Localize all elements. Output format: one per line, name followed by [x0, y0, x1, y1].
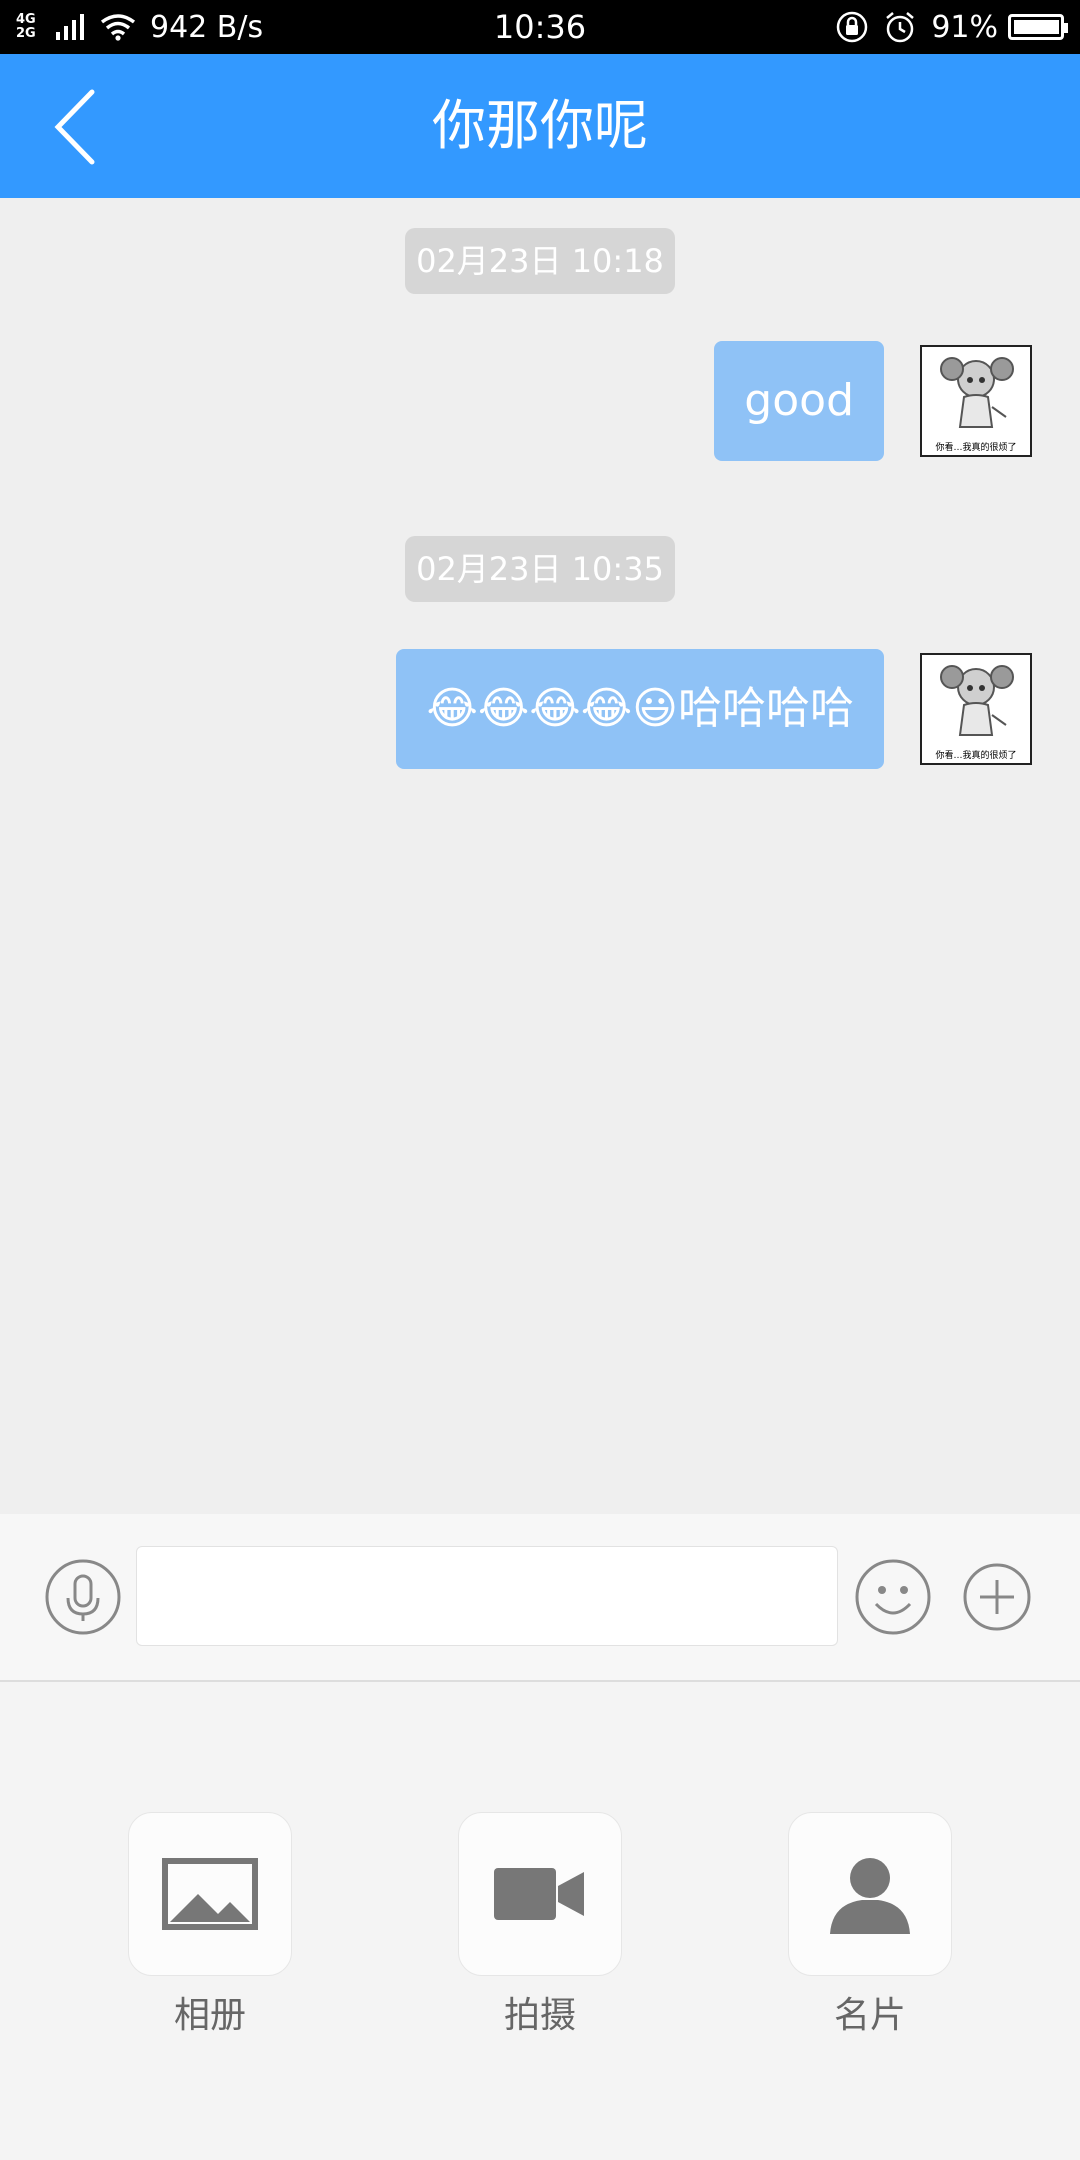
- message-timestamp: 02月23日 10:35: [405, 536, 675, 602]
- message-input[interactable]: [136, 1546, 838, 1646]
- contact-card-button[interactable]: [788, 1812, 952, 1976]
- title-bar: 你那你呢: [0, 54, 1080, 198]
- chat-message-list[interactable]: 02月23日 10:18 good 你看…我真的很烦了 02月23日 10:35…: [0, 198, 1080, 1514]
- avatar-image: [922, 347, 1030, 437]
- image-icon: [162, 1858, 258, 1930]
- album-label: 相册: [173, 1995, 246, 2036]
- rotation-lock-icon: [837, 11, 868, 43]
- message-bubble[interactable]: 😂😂😂😂😃哈哈哈哈: [396, 649, 884, 769]
- contact-card-label: 名片: [833, 1995, 906, 2036]
- attachment-panel: 相册 拍摄 名片: [0, 1682, 1080, 2160]
- avatar-caption: 你看…我真的很烦了: [935, 443, 1017, 453]
- microphone-icon: [45, 1559, 121, 1635]
- avatar[interactable]: 你看…我真的很烦了: [920, 653, 1032, 765]
- avatar-caption: 你看…我真的很烦了: [935, 751, 1017, 761]
- smiley-icon: [855, 1559, 931, 1635]
- avatar-image: [922, 655, 1030, 745]
- shoot-action[interactable]: 拍摄: [458, 1812, 622, 2038]
- message-timestamp: 02月23日 10:18: [405, 228, 675, 294]
- message-bubble[interactable]: good: [714, 341, 884, 461]
- avatar[interactable]: 你看…我真的很烦了: [920, 345, 1032, 457]
- alarm-icon: [886, 12, 915, 43]
- plus-icon: [963, 1563, 1031, 1631]
- album-button[interactable]: [128, 1812, 292, 1976]
- more-button[interactable]: [958, 1558, 1036, 1636]
- status-bar: 4G 2G 942 B/s 10:36 91%: [0, 0, 1080, 54]
- page-title: 你那你呢: [432, 94, 648, 157]
- shoot-label: 拍摄: [503, 1995, 576, 2036]
- input-bar: [0, 1514, 1080, 1682]
- contact-card-action[interactable]: 名片: [788, 1812, 952, 2038]
- battery-percent: 91%: [931, 9, 998, 45]
- shoot-button[interactable]: [458, 1812, 622, 1976]
- album-action[interactable]: 相册: [128, 1812, 292, 2038]
- voice-button[interactable]: [44, 1558, 122, 1636]
- video-camera-icon: [494, 1868, 584, 1920]
- person-icon: [830, 1858, 910, 1934]
- emoji-button[interactable]: [854, 1558, 932, 1636]
- battery-icon: [1008, 14, 1068, 40]
